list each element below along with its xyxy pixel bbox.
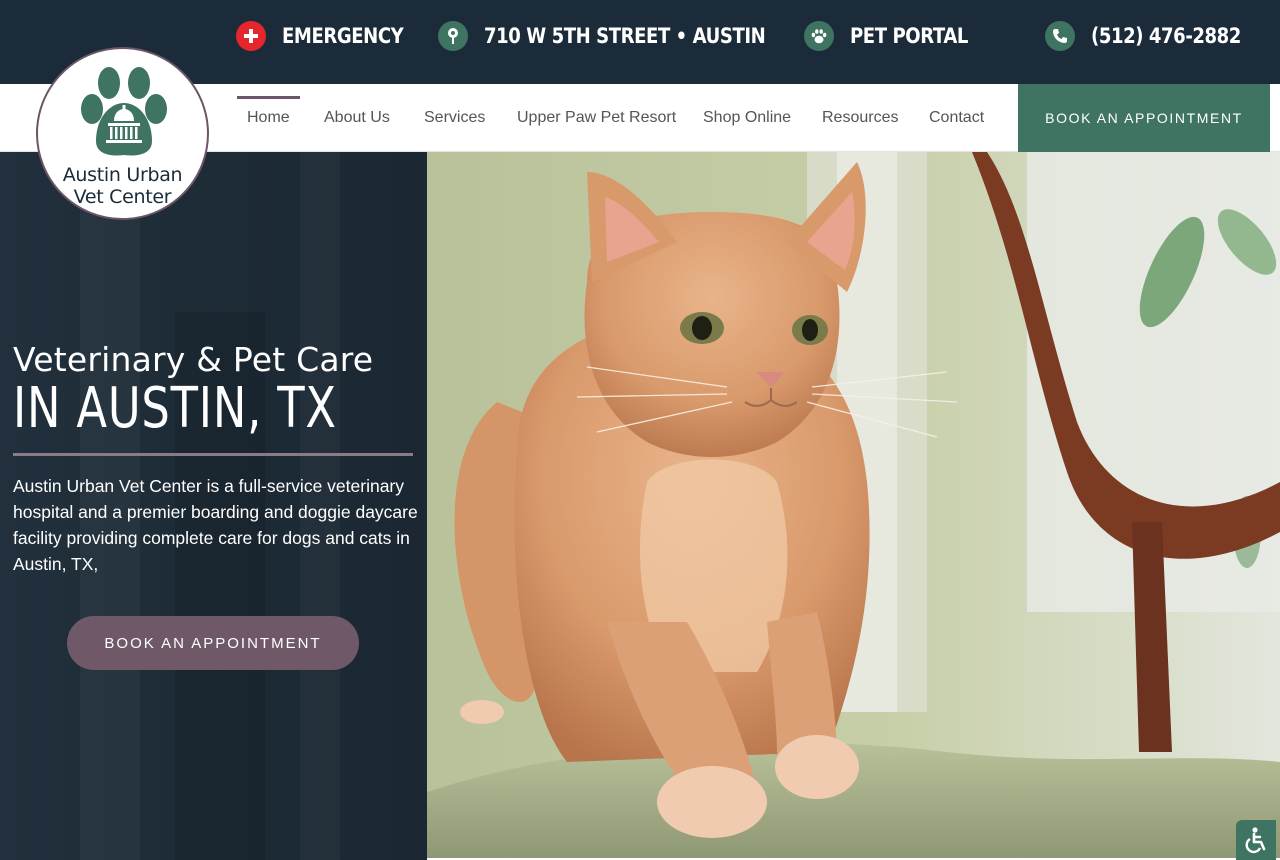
phone-link[interactable]: (512) 476-2882 (1045, 0, 1265, 72)
nav-upper-paw-pet-resort[interactable]: Upper Paw Pet Resort (517, 84, 676, 152)
phone-icon (1045, 21, 1075, 51)
nav-about-us[interactable]: About Us (324, 84, 390, 152)
pet-portal-link[interactable]: PET PORTAL (804, 0, 987, 72)
hero-title-line1: Veterinary & Pet Care (13, 340, 374, 379)
nav-services[interactable]: Services (424, 84, 485, 152)
hero-divider (13, 453, 413, 456)
book-appointment-nav-button[interactable]: BOOK AN APPOINTMENT (1018, 84, 1270, 152)
address-link[interactable]: 710 W 5TH STREET • AUSTIN (438, 0, 811, 72)
accessibility-button[interactable] (1236, 820, 1276, 860)
top-utility-bar: EMERGENCY 710 W 5TH STREET • AUSTIN PET … (0, 0, 1280, 84)
hero-description: Austin Urban Vet Center is a full-servic… (13, 476, 418, 574)
nav-contact[interactable]: Contact (929, 84, 984, 152)
nav-shop-online[interactable]: Shop Online (703, 84, 791, 152)
site-logo[interactable]: Austin Urban Vet Center (36, 47, 209, 220)
phone-label: (512) 476-2882 (1091, 24, 1241, 48)
paw-icon (804, 21, 834, 51)
emergency-label: EMERGENCY (282, 24, 404, 48)
logo-text-line2: Vet Center (73, 186, 172, 208)
plus-icon (236, 21, 266, 51)
pet-portal-label: PET PORTAL (850, 24, 968, 48)
paw-capitol-logo (81, 67, 167, 156)
hero-title-line2: IN AUSTIN, TX (13, 376, 337, 441)
wheelchair-icon (1245, 827, 1266, 854)
nav-resources[interactable]: Resources (822, 84, 898, 152)
nav-home[interactable]: Home (237, 84, 300, 152)
emergency-link[interactable]: EMERGENCY (236, 0, 423, 72)
hero-cat-image (427, 152, 1280, 858)
address-label: 710 W 5TH STREET • AUSTIN (484, 24, 766, 48)
map-pin-icon (438, 21, 468, 51)
logo-text-line1: Austin Urban (62, 164, 183, 186)
hero-text-panel: Veterinary & Pet Care IN AUSTIN, TX Aust… (0, 152, 427, 860)
book-appointment-hero-button[interactable]: BOOK AN APPOINTMENT (67, 616, 359, 670)
